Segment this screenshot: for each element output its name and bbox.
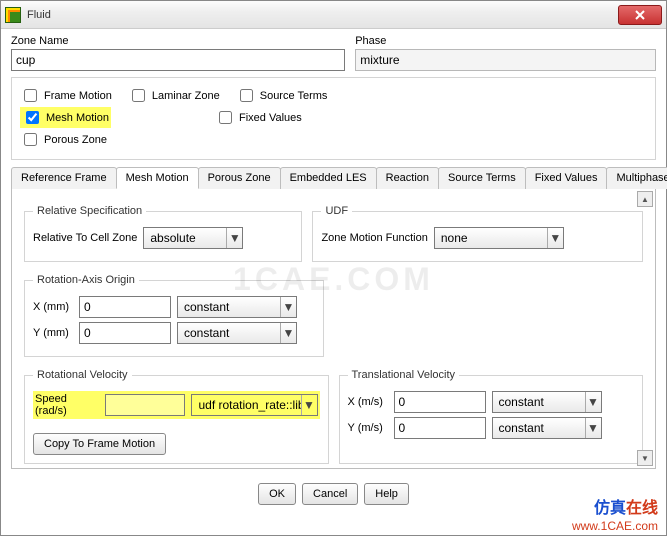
zone-name-label: Zone Name <box>11 35 345 47</box>
rotation-axis-legend: Rotation-Axis Origin <box>33 274 139 286</box>
tab-fixed-values[interactable]: Fixed Values <box>525 167 608 189</box>
scroll-down-button[interactable]: ▼ <box>637 450 653 466</box>
copy-to-frame-motion-button[interactable]: Copy To Frame Motion <box>33 433 166 455</box>
tab-bar: Reference Frame Mesh Motion Porous Zone … <box>11 166 656 189</box>
trans-x-label: X (m/s) <box>348 396 388 408</box>
tab-source-terms[interactable]: Source Terms <box>438 167 526 189</box>
chk-source-terms[interactable]: Source Terms <box>236 86 328 105</box>
window-title: Fluid <box>27 9 51 21</box>
tab-content: ▲ ▼ Relative Specification Relative To C… <box>11 189 656 469</box>
tab-embedded-les[interactable]: Embedded LES <box>280 167 377 189</box>
trans-x-mode-combo[interactable]: constant▼ <box>492 391 602 413</box>
close-button[interactable] <box>618 5 662 25</box>
tab-porous-zone[interactable]: Porous Zone <box>198 167 281 189</box>
scroll-up-button[interactable]: ▲ <box>637 191 653 207</box>
chevron-down-icon: ▼ <box>280 323 296 343</box>
rotational-velocity-group: Rotational Velocity Speed (rad/s) udf ro… <box>24 369 329 464</box>
rot-x-input[interactable] <box>79 296 171 318</box>
rot-y-mode-combo[interactable]: constant▼ <box>177 322 297 344</box>
app-icon <box>5 7 21 23</box>
trans-y-label: Y (m/s) <box>348 422 388 434</box>
speed-mode-combo[interactable]: udf rotation_rate::libuc▼ <box>191 394 317 416</box>
speed-label: Speed (rad/s) <box>35 393 99 417</box>
chk-laminar-zone[interactable]: Laminar Zone <box>128 86 220 105</box>
phase-label: Phase <box>355 35 656 47</box>
trans-y-input[interactable] <box>394 417 486 439</box>
rot-x-label: X (mm) <box>33 301 73 313</box>
chk-porous-zone[interactable]: Porous Zone <box>20 130 107 149</box>
chk-mesh-motion[interactable]: Mesh Motion <box>20 107 111 128</box>
chevron-down-icon: ▼ <box>301 395 317 415</box>
zone-motion-fn-combo[interactable]: none▼ <box>434 227 564 249</box>
relative-to-label: Relative To Cell Zone <box>33 232 137 244</box>
rotation-axis-group: Rotation-Axis Origin X (mm) constant▼ Y … <box>24 274 324 357</box>
chevron-down-icon: ▼ <box>585 392 601 412</box>
translational-velocity-group: Translational Velocity X (m/s) constant▼… <box>339 369 644 464</box>
chk-frame-motion[interactable]: Frame Motion <box>20 86 112 105</box>
cancel-button[interactable]: Cancel <box>302 483 358 505</box>
chevron-down-icon: ▼ <box>280 297 296 317</box>
tab-reaction[interactable]: Reaction <box>376 167 439 189</box>
options-group: Frame Motion Laminar Zone Source Terms M… <box>11 77 656 160</box>
zone-name-input[interactable] <box>11 49 345 71</box>
speed-input[interactable] <box>105 394 185 416</box>
rot-y-label: Y (mm) <box>33 327 73 339</box>
tab-multiphase[interactable]: Multiphase <box>606 167 667 189</box>
relative-to-combo[interactable]: absolute▼ <box>143 227 243 249</box>
rotational-velocity-legend: Rotational Velocity <box>33 369 132 381</box>
udf-group: UDF Zone Motion Function none▼ <box>312 205 643 262</box>
ok-button[interactable]: OK <box>258 483 296 505</box>
rot-x-mode-combo[interactable]: constant▼ <box>177 296 297 318</box>
close-icon <box>635 10 645 20</box>
relative-spec-group: Relative Specification Relative To Cell … <box>24 205 302 262</box>
rot-y-input[interactable] <box>79 322 171 344</box>
phase-value: mixture <box>355 49 656 71</box>
zone-motion-fn-label: Zone Motion Function <box>321 232 427 244</box>
relative-spec-legend: Relative Specification <box>33 205 146 217</box>
chevron-down-icon: ▼ <box>547 228 563 248</box>
chevron-down-icon: ▼ <box>585 418 601 438</box>
title-bar: Fluid <box>1 1 666 29</box>
chevron-down-icon: ▼ <box>226 228 242 248</box>
tab-reference-frame[interactable]: Reference Frame <box>11 167 117 189</box>
trans-y-mode-combo[interactable]: constant▼ <box>492 417 602 439</box>
dialog-button-bar: OK Cancel Help <box>1 483 666 505</box>
trans-x-input[interactable] <box>394 391 486 413</box>
translational-velocity-legend: Translational Velocity <box>348 369 460 381</box>
tab-mesh-motion[interactable]: Mesh Motion <box>116 167 199 189</box>
footer-note: 仿真在线 www.1CAE.com <box>572 499 658 533</box>
udf-legend: UDF <box>321 205 352 217</box>
chk-fixed-values[interactable]: Fixed Values <box>215 107 302 128</box>
help-button[interactable]: Help <box>364 483 409 505</box>
